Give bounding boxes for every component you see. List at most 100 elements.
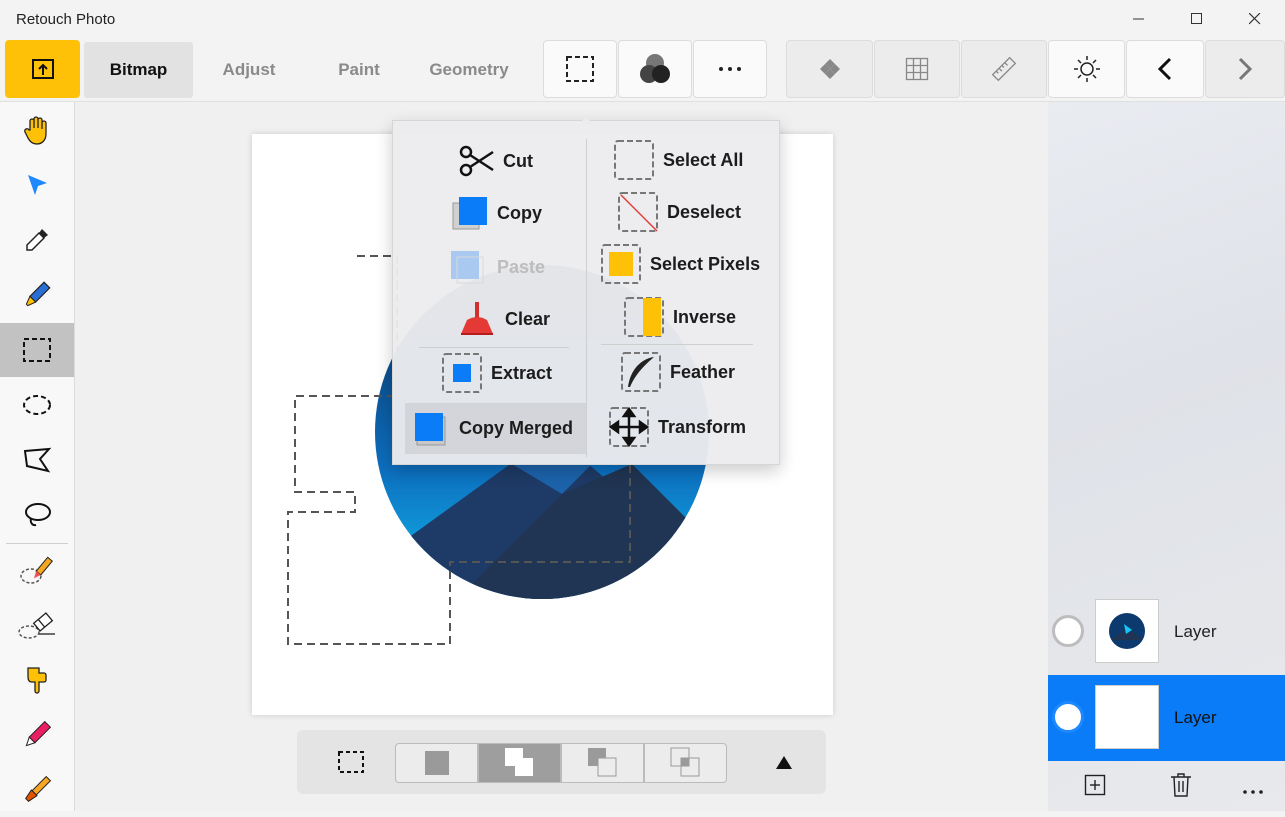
expand-button[interactable] — [775, 754, 793, 775]
maximize-button[interactable] — [1168, 0, 1226, 38]
selection-menu-flyout: Cut Copy Paste Clear Extract Copy Merged… — [392, 120, 780, 465]
transform-icon — [608, 406, 650, 448]
blend-button[interactable] — [618, 40, 692, 98]
tab-adjust[interactable]: Adjust — [194, 42, 304, 98]
menu-paste[interactable]: Paste — [449, 247, 545, 287]
layer-row-selected[interactable]: Layer — [1048, 675, 1285, 761]
menu-deselect-label: Deselect — [667, 201, 742, 222]
menu-inverse-label: Inverse — [673, 306, 737, 327]
tool-eyedropper[interactable] — [0, 213, 74, 267]
chevron-right-icon — [1238, 57, 1253, 81]
top-toolbar: Bitmap Adjust Paint Geometry — [0, 38, 1285, 102]
menu-extract[interactable]: Extract — [441, 352, 552, 394]
selection-eraser-icon — [18, 612, 55, 639]
tool-lasso[interactable] — [0, 488, 74, 542]
tool-pen[interactable] — [0, 708, 74, 762]
paste-icon — [449, 249, 489, 285]
selection-brush-icon — [20, 556, 54, 584]
tool-selection-eraser[interactable] — [0, 599, 74, 653]
tool-polygon-select[interactable] — [0, 433, 74, 487]
more-button[interactable] — [693, 40, 767, 98]
marquee-mode-button[interactable] — [337, 750, 365, 779]
copy-merged-icon — [413, 411, 451, 447]
menu-extract-label: Extract — [491, 362, 553, 383]
mode-add-selection[interactable] — [478, 743, 561, 783]
minimize-button[interactable] — [1110, 0, 1168, 38]
grid-icon — [905, 57, 929, 81]
menu-inverse[interactable]: Inverse — [623, 296, 736, 338]
layer-more-button[interactable] — [1242, 782, 1264, 800]
menu-feather-label: Feather — [670, 361, 736, 382]
sun-icon — [1073, 56, 1100, 82]
marker-icon — [25, 281, 51, 307]
add-layer-button[interactable] — [1084, 774, 1106, 801]
cursor-arrow-icon — [28, 175, 47, 195]
more-icon — [719, 67, 741, 71]
menu-select-pixels[interactable]: Select Pixels — [600, 243, 760, 285]
layers-actions — [1048, 760, 1285, 811]
mode-subtract-selection[interactable] — [561, 743, 644, 783]
union-icon — [504, 748, 533, 776]
square-icon — [424, 751, 449, 775]
plus-box-icon — [1084, 774, 1106, 796]
menu-divider — [586, 139, 587, 457]
layer-name: Layer — [1174, 708, 1217, 727]
tool-palette — [0, 102, 75, 811]
close-button[interactable] — [1226, 0, 1284, 38]
window-title: Retouch Photo — [16, 11, 116, 28]
subtract-icon — [587, 748, 616, 777]
snap-button[interactable] — [786, 40, 873, 98]
tool-rect-select[interactable] — [0, 323, 74, 377]
tool-brush-blue[interactable] — [0, 268, 74, 322]
menu-select-pixels-label: Select Pixels — [650, 253, 761, 274]
ruler-icon — [991, 56, 1017, 82]
menu-feather[interactable]: Feather — [620, 350, 735, 394]
layer-visibility-toggle[interactable] — [1052, 701, 1084, 733]
tab-geometry[interactable]: Geometry — [414, 42, 524, 98]
tool-selection-brush[interactable] — [0, 545, 74, 599]
menu-paste-label: Paste — [497, 256, 546, 277]
select-all-icon — [613, 139, 655, 181]
feather-icon — [620, 351, 662, 393]
selection-button[interactable] — [543, 40, 617, 98]
tab-paint[interactable]: Paint — [304, 42, 414, 98]
menu-deselect[interactable]: Deselect — [617, 191, 741, 233]
redo-button[interactable] — [1205, 40, 1285, 98]
tool-divider — [6, 543, 68, 544]
menu-divider — [601, 344, 753, 345]
tool-ellipse-select[interactable] — [0, 378, 74, 432]
menu-select-all[interactable]: Select All — [613, 139, 743, 181]
tab-bitmap[interactable]: Bitmap — [84, 42, 193, 98]
mode-intersect-selection[interactable] — [644, 743, 727, 783]
layer-row[interactable]: Layer — [1048, 589, 1285, 675]
triangle-up-icon — [776, 756, 792, 769]
menu-cut[interactable]: Cut — [457, 143, 533, 179]
layer-thumbnail — [1095, 599, 1159, 663]
menu-clear[interactable]: Clear — [457, 299, 550, 339]
menu-copy-merged[interactable]: Copy Merged — [405, 403, 586, 454]
ruler-button[interactable] — [961, 40, 1047, 98]
menu-pointer — [578, 112, 594, 125]
layer-name: Layer — [1174, 622, 1217, 641]
layer-logo-thumbnail — [1109, 613, 1145, 649]
deselect-icon — [617, 191, 659, 233]
menu-transform[interactable]: Transform — [608, 405, 746, 449]
close-icon — [1249, 13, 1261, 25]
layers-panel: Layer Layer — [1048, 102, 1285, 811]
undo-button[interactable] — [1126, 40, 1204, 98]
menu-copy[interactable]: Copy — [451, 193, 542, 233]
home-button[interactable] — [5, 40, 80, 98]
delete-layer-button[interactable] — [1170, 772, 1192, 803]
mode-new-selection[interactable] — [395, 743, 478, 783]
more-icon — [1243, 790, 1263, 794]
layer-visibility-toggle[interactable] — [1052, 615, 1084, 647]
tool-cursor[interactable] — [0, 158, 74, 212]
tool-paint-brush[interactable] — [0, 763, 74, 817]
tool-pointer-hand[interactable] — [0, 653, 74, 707]
minimize-icon — [1133, 18, 1144, 20]
tool-hand[interactable] — [0, 103, 74, 157]
pen-icon — [25, 720, 52, 747]
theme-button[interactable] — [1048, 40, 1125, 98]
grid-button[interactable] — [874, 40, 960, 98]
menu-cut-label: Cut — [503, 150, 533, 171]
